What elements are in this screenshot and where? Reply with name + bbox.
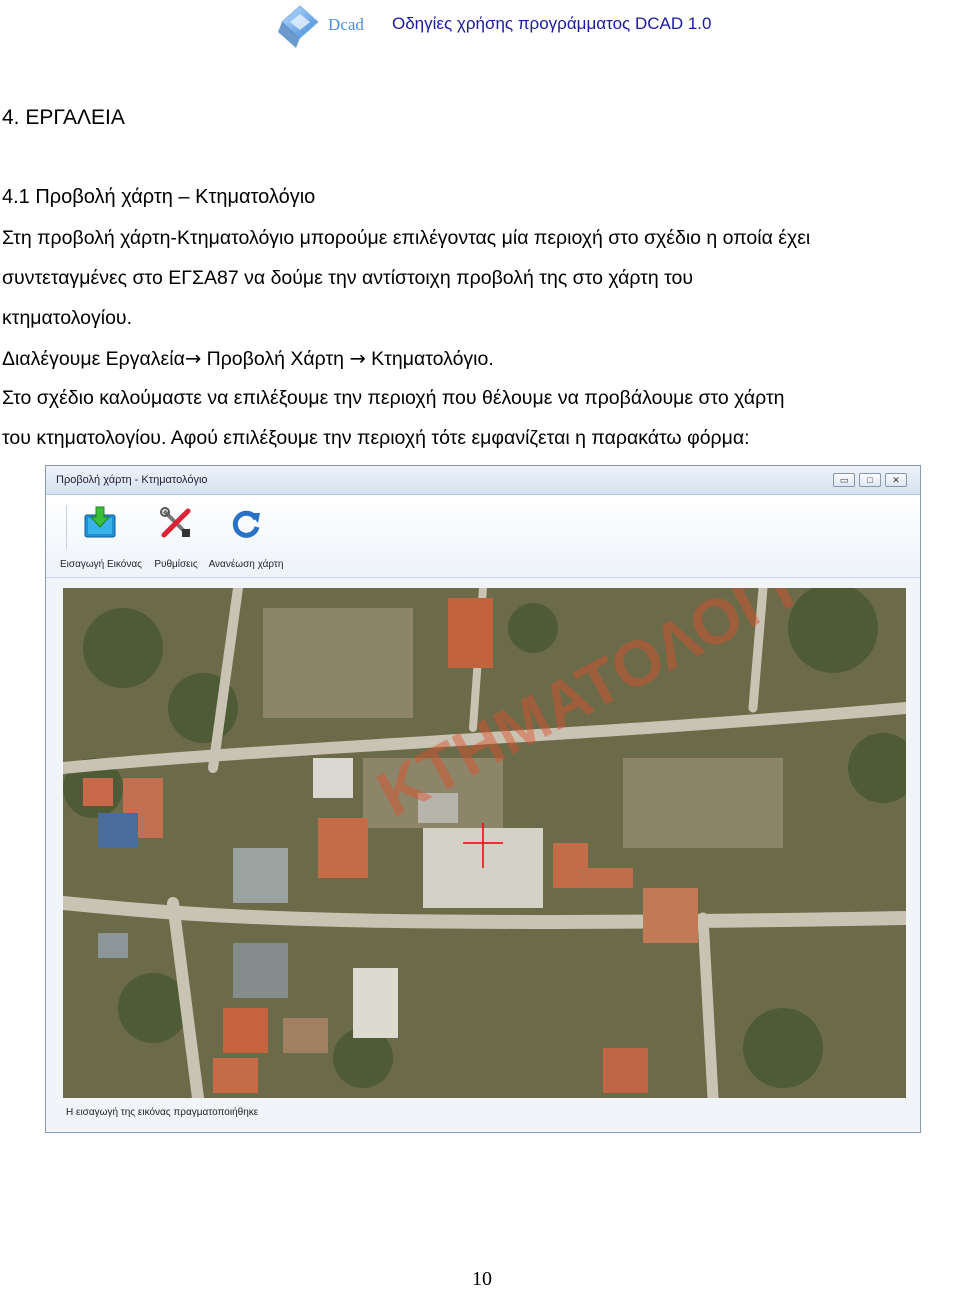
refresh-map-button[interactable]: Ανανέωση χάρτη — [206, 501, 286, 573]
arrow-icon: → — [349, 347, 366, 370]
import-image-button[interactable]: Εισαγωγή Εικόνας — [60, 501, 142, 573]
menu-path-part: Κτηματολόγιο. — [365, 348, 494, 370]
page-number: 10 — [472, 1268, 492, 1290]
menu-path-line: Διαλέγουμε Εργαλεία→ Προβολή Χάρτη → Κτη… — [2, 349, 494, 370]
logo-text: Dcad — [328, 15, 364, 34]
import-image-label: Εισαγωγή Εικόνας — [60, 559, 142, 570]
menu-path-part: Διαλέγουμε Εργαλεία — [2, 348, 185, 370]
status-message: Η εισαγωγή της εικόνας πραγματοποιήθηκε — [66, 1107, 259, 1118]
menu-path-part: Προβολή Χάρτη — [201, 348, 350, 370]
close-button[interactable]: ✕ — [885, 473, 907, 487]
subsection-heading: 4.1 Προβολή χάρτη – Κτηματολόγιο — [2, 186, 316, 208]
aerial-photo: ΚΤΗΜΑΤΟΛΟΓΙ — [63, 588, 906, 1098]
toolbar: Εισαγωγή Εικόνας Ρυθμίσεις Ανανέωση χάρτ… — [46, 495, 920, 578]
settings-button[interactable]: Ρυθμίσεις — [136, 501, 216, 573]
paragraph-line: Στο σχέδιο καλούμαστε να επιλέξουμε την … — [2, 387, 785, 409]
paragraph-line: Στη προβολή χάρτη-Κτηματολόγιο μπορούμε … — [2, 227, 811, 249]
dcad-logo-icon: Dcad — [278, 5, 364, 48]
arrow-icon: → — [184, 347, 202, 370]
refresh-map-label: Ανανέωση χάρτη — [208, 559, 284, 570]
import-image-icon — [82, 505, 118, 541]
paragraph-line: του κτηματολογίου. Αφού επιλέξουμε την π… — [2, 427, 750, 449]
maximize-button[interactable]: □ — [859, 473, 881, 487]
settings-tools-icon — [158, 505, 194, 541]
section-heading: 4. ΕΡΓΑΛΕΙΑ — [2, 106, 125, 129]
paragraph-line: συντεταγμένες στο ΕΓΣΑ87 να δούμε την αν… — [2, 267, 694, 289]
refresh-icon — [228, 505, 264, 541]
cadastre-map-image[interactable]: ΚΤΗΜΑΤΟΛΟΓΙ — [63, 588, 906, 1098]
minimize-button[interactable]: ▭ — [833, 473, 855, 487]
paragraph-line: κτηματολογίου. — [2, 307, 133, 329]
header-title: Οδηγίες χρήσης προγράμματος DCAD 1.0 — [392, 14, 712, 33]
window-titlebar: Προβολή χάρτη - Κτηματολόγιο ▭ □ ✕ — [46, 466, 920, 495]
map-viewer-window: Προβολή χάρτη - Κτηματολόγιο ▭ □ ✕ Εισαγ… — [45, 465, 921, 1133]
window-title: Προβολή χάρτη - Κτηματολόγιο — [56, 474, 208, 486]
dcad-logo: Dcad — [278, 4, 370, 50]
settings-label: Ρυθμίσεις — [154, 559, 198, 570]
